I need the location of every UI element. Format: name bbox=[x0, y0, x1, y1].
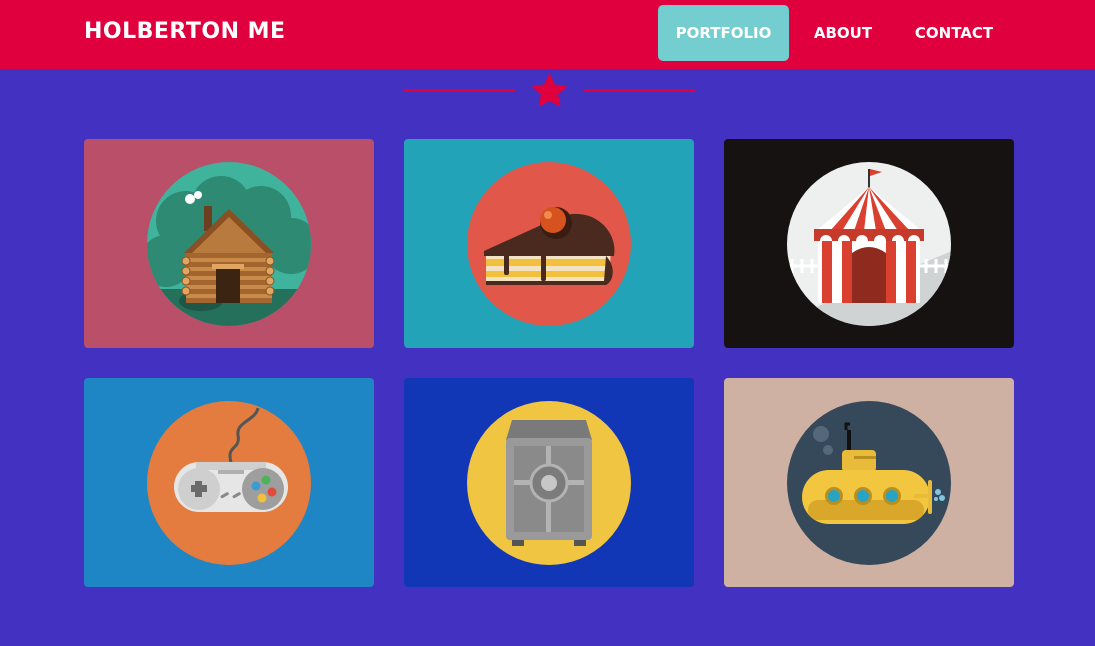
portfolio-tile-controller[interactable] bbox=[84, 378, 374, 587]
divider-line-left bbox=[404, 89, 515, 92]
portfolio-tile-safe[interactable] bbox=[404, 378, 694, 587]
top-navigation-bar: HOLBERTON ME PORTFOLIO ABOUT CONTACT bbox=[0, 0, 1095, 69]
star-icon bbox=[532, 74, 567, 107]
divider-graphic bbox=[404, 74, 695, 107]
cake-slice-icon bbox=[467, 162, 631, 326]
divider-line-right bbox=[584, 89, 695, 92]
safe-icon bbox=[467, 401, 631, 565]
portfolio-tile-submarine[interactable] bbox=[724, 378, 1014, 587]
section-divider bbox=[404, 72, 695, 112]
game-controller-icon bbox=[147, 401, 311, 565]
portfolio-tile-cake[interactable] bbox=[404, 139, 694, 348]
nav-portfolio[interactable]: PORTFOLIO bbox=[658, 5, 789, 61]
nav-contact[interactable]: CONTACT bbox=[899, 5, 1009, 61]
log-cabin-icon bbox=[147, 162, 311, 326]
nav-about[interactable]: ABOUT bbox=[797, 5, 889, 61]
portfolio-tile-circus[interactable] bbox=[724, 139, 1014, 348]
portfolio-tile-cabin[interactable] bbox=[84, 139, 374, 348]
circus-tent-icon bbox=[787, 162, 951, 326]
submarine-icon bbox=[787, 401, 951, 565]
main-nav: PORTFOLIO ABOUT CONTACT bbox=[0, 5, 1095, 61]
